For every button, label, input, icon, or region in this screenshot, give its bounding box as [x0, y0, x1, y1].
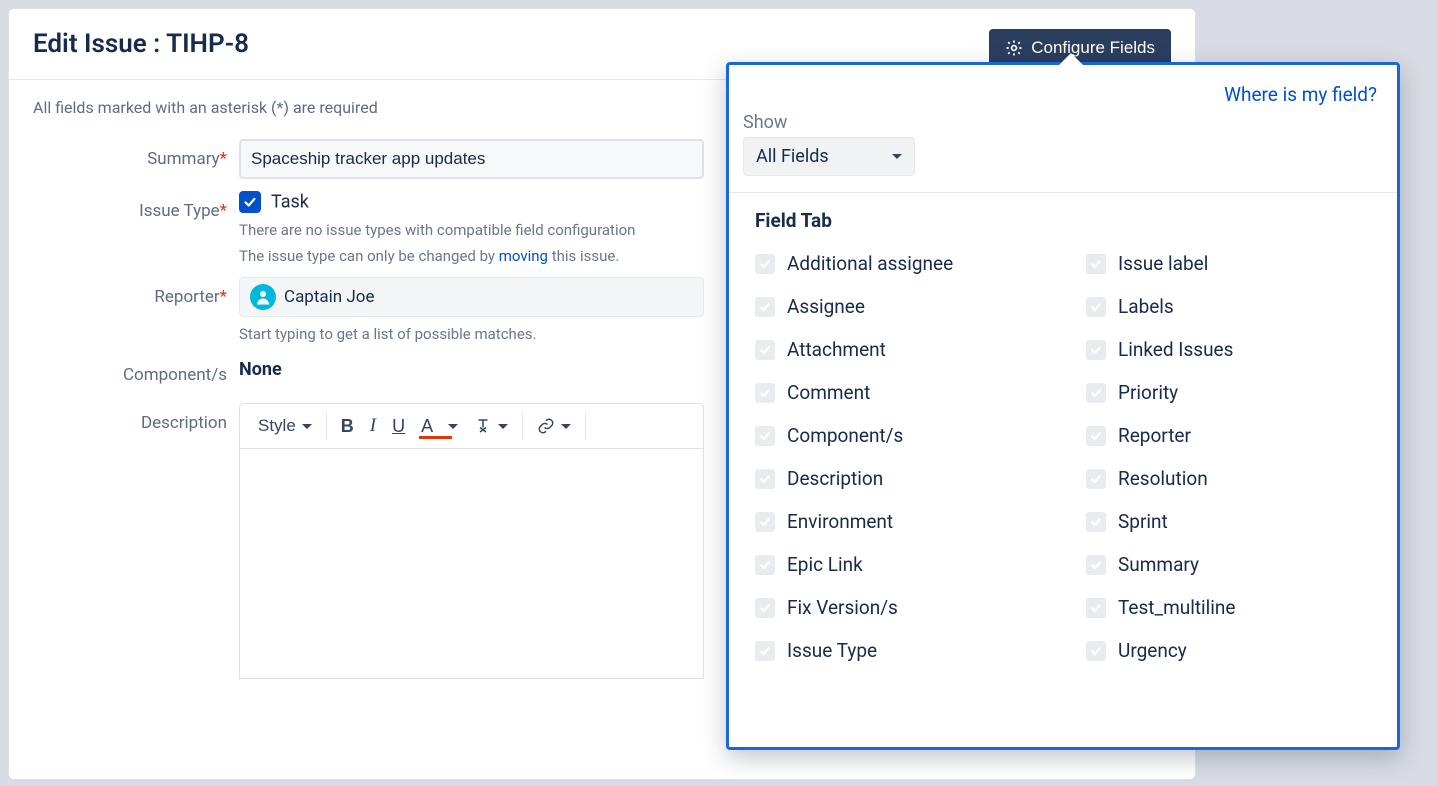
reporter-value: Captain Joe [284, 287, 375, 307]
label-components: Component/s [33, 355, 239, 385]
label-reporter: Reporter* [33, 277, 239, 307]
checkbox-icon [1086, 598, 1106, 618]
label-issue-type: Issue Type* [33, 191, 239, 221]
chevron-down-icon [498, 424, 508, 429]
field-item-label: Sprint [1118, 510, 1168, 533]
style-dropdown[interactable]: Style [250, 412, 320, 440]
field-item-label: Assignee [787, 295, 865, 318]
field-item-label: Labels [1118, 295, 1174, 318]
checkbox-icon [755, 340, 775, 360]
gear-icon [1005, 39, 1023, 57]
field-item[interactable]: Reporter [1086, 414, 1377, 457]
label-description: Description [33, 403, 239, 433]
checkbox-icon [1086, 555, 1106, 575]
field-item-label: Issue Type [787, 639, 877, 662]
field-item[interactable]: Issue Type [755, 629, 1046, 672]
checkbox-icon [755, 297, 775, 317]
checkbox-icon [755, 426, 775, 446]
checkbox-icon [755, 555, 775, 575]
field-item[interactable]: Priority [1086, 371, 1377, 414]
chevron-down-icon [448, 424, 458, 429]
checkbox-icon [755, 469, 775, 489]
issue-type-value: Task [271, 192, 309, 213]
field-item[interactable]: Test_multiline [1086, 586, 1377, 629]
link-button[interactable] [529, 413, 579, 439]
field-item-label: Fix Version/s [787, 596, 898, 619]
popover-arrow [1059, 53, 1083, 65]
field-item[interactable]: Attachment [755, 328, 1046, 371]
bold-button[interactable]: B [333, 412, 362, 441]
field-item-label: Epic Link [787, 553, 863, 576]
chevron-down-icon [302, 424, 312, 429]
field-item[interactable]: Resolution [1086, 457, 1377, 500]
field-item-label: Linked Issues [1118, 338, 1233, 361]
toolbar-separator [585, 412, 586, 440]
show-select[interactable]: All Fields [743, 137, 915, 176]
field-item[interactable]: Fix Version/s [755, 586, 1046, 629]
issue-type-checkbox-icon [239, 191, 261, 213]
field-item[interactable]: Environment [755, 500, 1046, 543]
editor-toolbar: Style B I U A [239, 403, 704, 449]
field-item-label: Additional assignee [787, 252, 953, 275]
configure-fields-popover: Where is my field? Show All Fields Field… [726, 62, 1400, 750]
checkbox-icon [1086, 641, 1106, 661]
checkbox-icon [1086, 297, 1106, 317]
field-item-label: Attachment [787, 338, 886, 361]
avatar-icon [250, 284, 276, 310]
show-select-value: All Fields [756, 146, 829, 167]
field-item[interactable]: Comment [755, 371, 1046, 414]
field-item-label: Issue label [1118, 252, 1208, 275]
checkbox-icon [1086, 254, 1106, 274]
field-item-label: Urgency [1118, 639, 1187, 662]
field-item-label: Resolution [1118, 467, 1208, 490]
field-item[interactable]: Epic Link [755, 543, 1046, 586]
field-item-label: Environment [787, 510, 893, 533]
field-item[interactable]: Issue label [1086, 242, 1377, 285]
field-item[interactable]: Summary [1086, 543, 1377, 586]
field-item-label: Summary [1118, 553, 1199, 576]
checkbox-icon [755, 598, 775, 618]
italic-button[interactable]: I [362, 411, 384, 441]
checkbox-icon [755, 383, 775, 403]
checkbox-icon [755, 641, 775, 661]
clear-formatting-button[interactable] [466, 413, 516, 439]
field-item[interactable]: Sprint [1086, 500, 1377, 543]
field-item[interactable]: Additional assignee [755, 242, 1046, 285]
checkbox-icon [1086, 469, 1106, 489]
field-tab-heading: Field Tab [755, 209, 1377, 232]
checkbox-icon [1086, 426, 1106, 446]
field-item[interactable]: Assignee [755, 285, 1046, 328]
field-column-1: Additional assignee Assignee Attachment Com… [755, 242, 1046, 672]
field-item[interactable]: Urgency [1086, 629, 1377, 672]
moving-link[interactable]: moving [499, 247, 548, 265]
dialog-title: Edit Issue : TIHP-8 [33, 29, 249, 59]
checkbox-icon [755, 254, 775, 274]
checkbox-icon [1086, 340, 1106, 360]
show-label: Show [743, 112, 1377, 133]
field-item-label: Reporter [1118, 424, 1191, 447]
field-item-label: Description [787, 467, 883, 490]
checkbox-icon [1086, 383, 1106, 403]
field-item-label: Component/s [787, 424, 903, 447]
description-editor[interactable] [239, 449, 704, 679]
field-column-2: Issue label Labels Linked Issues Priority Re… [1086, 242, 1377, 672]
configure-fields-label: Configure Fields [1031, 38, 1155, 58]
summary-input[interactable] [239, 139, 704, 179]
checkbox-icon [1086, 512, 1106, 532]
where-is-my-field-link[interactable]: Where is my field? [1224, 83, 1377, 106]
field-item[interactable]: Linked Issues [1086, 328, 1377, 371]
checkbox-icon [755, 512, 775, 532]
label-summary: Summary* [33, 139, 239, 169]
chevron-down-icon [561, 424, 571, 429]
underline-button[interactable]: U [384, 412, 413, 441]
field-item-label: Priority [1118, 381, 1178, 404]
field-item[interactable]: Labels [1086, 285, 1377, 328]
field-item[interactable]: Component/s [755, 414, 1046, 457]
reporter-input[interactable]: Captain Joe [239, 277, 704, 317]
field-item-label: Comment [787, 381, 870, 404]
chevron-down-icon [892, 154, 902, 159]
field-item[interactable]: Description [755, 457, 1046, 500]
text-color-button[interactable]: A [413, 412, 466, 441]
field-item-label: Test_multiline [1118, 596, 1236, 619]
